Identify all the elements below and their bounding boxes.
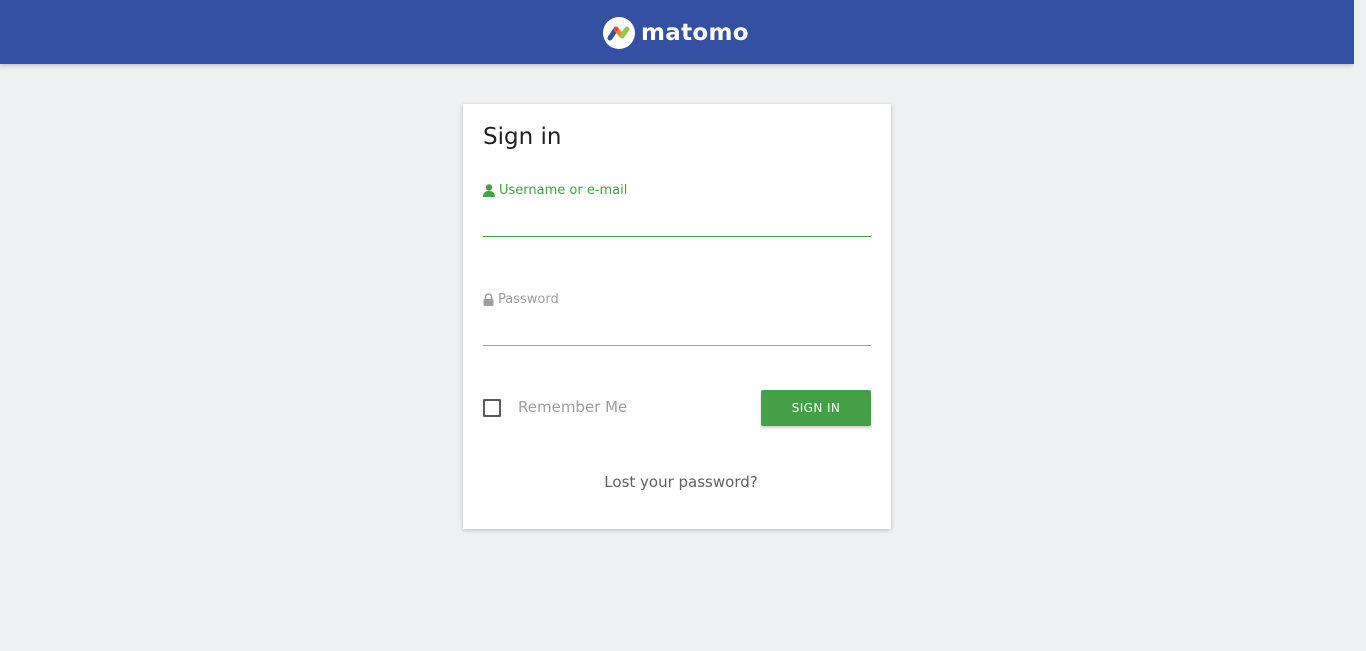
top-header-bar: matomo bbox=[0, 0, 1354, 64]
sign-in-button[interactable]: SIGN IN bbox=[761, 390, 871, 426]
username-input[interactable] bbox=[483, 208, 871, 237]
login-card: Sign in Username or e-mail Password Reme… bbox=[463, 104, 891, 529]
page-title: Sign in bbox=[483, 124, 562, 150]
password-label: Password bbox=[483, 292, 559, 307]
lost-password-link[interactable]: Lost your password? bbox=[463, 473, 899, 491]
page-scrollbar[interactable] bbox=[1354, 0, 1366, 651]
remember-me-label[interactable]: Remember Me bbox=[518, 398, 627, 416]
password-input[interactable] bbox=[483, 317, 871, 346]
lock-icon bbox=[483, 293, 494, 306]
matomo-logo-icon bbox=[603, 17, 635, 49]
brand-name: matomo bbox=[641, 20, 749, 46]
username-label: Username or e-mail bbox=[483, 183, 627, 198]
username-label-text: Username or e-mail bbox=[499, 183, 628, 198]
remember-me-checkbox[interactable] bbox=[483, 399, 501, 417]
password-label-text: Password bbox=[498, 292, 559, 307]
user-icon bbox=[483, 184, 495, 197]
matomo-logo[interactable]: matomo bbox=[603, 17, 749, 49]
